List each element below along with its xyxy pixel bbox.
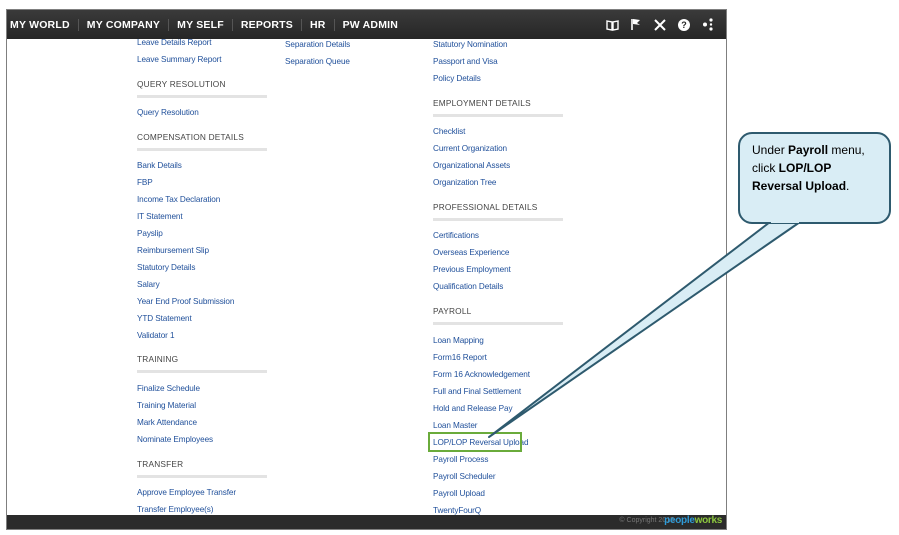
callout-pointer (488, 221, 801, 438)
callout-text: Under Payroll menu, click LOP/LOP Revers… (752, 143, 865, 193)
callout-seam (771, 215, 799, 223)
